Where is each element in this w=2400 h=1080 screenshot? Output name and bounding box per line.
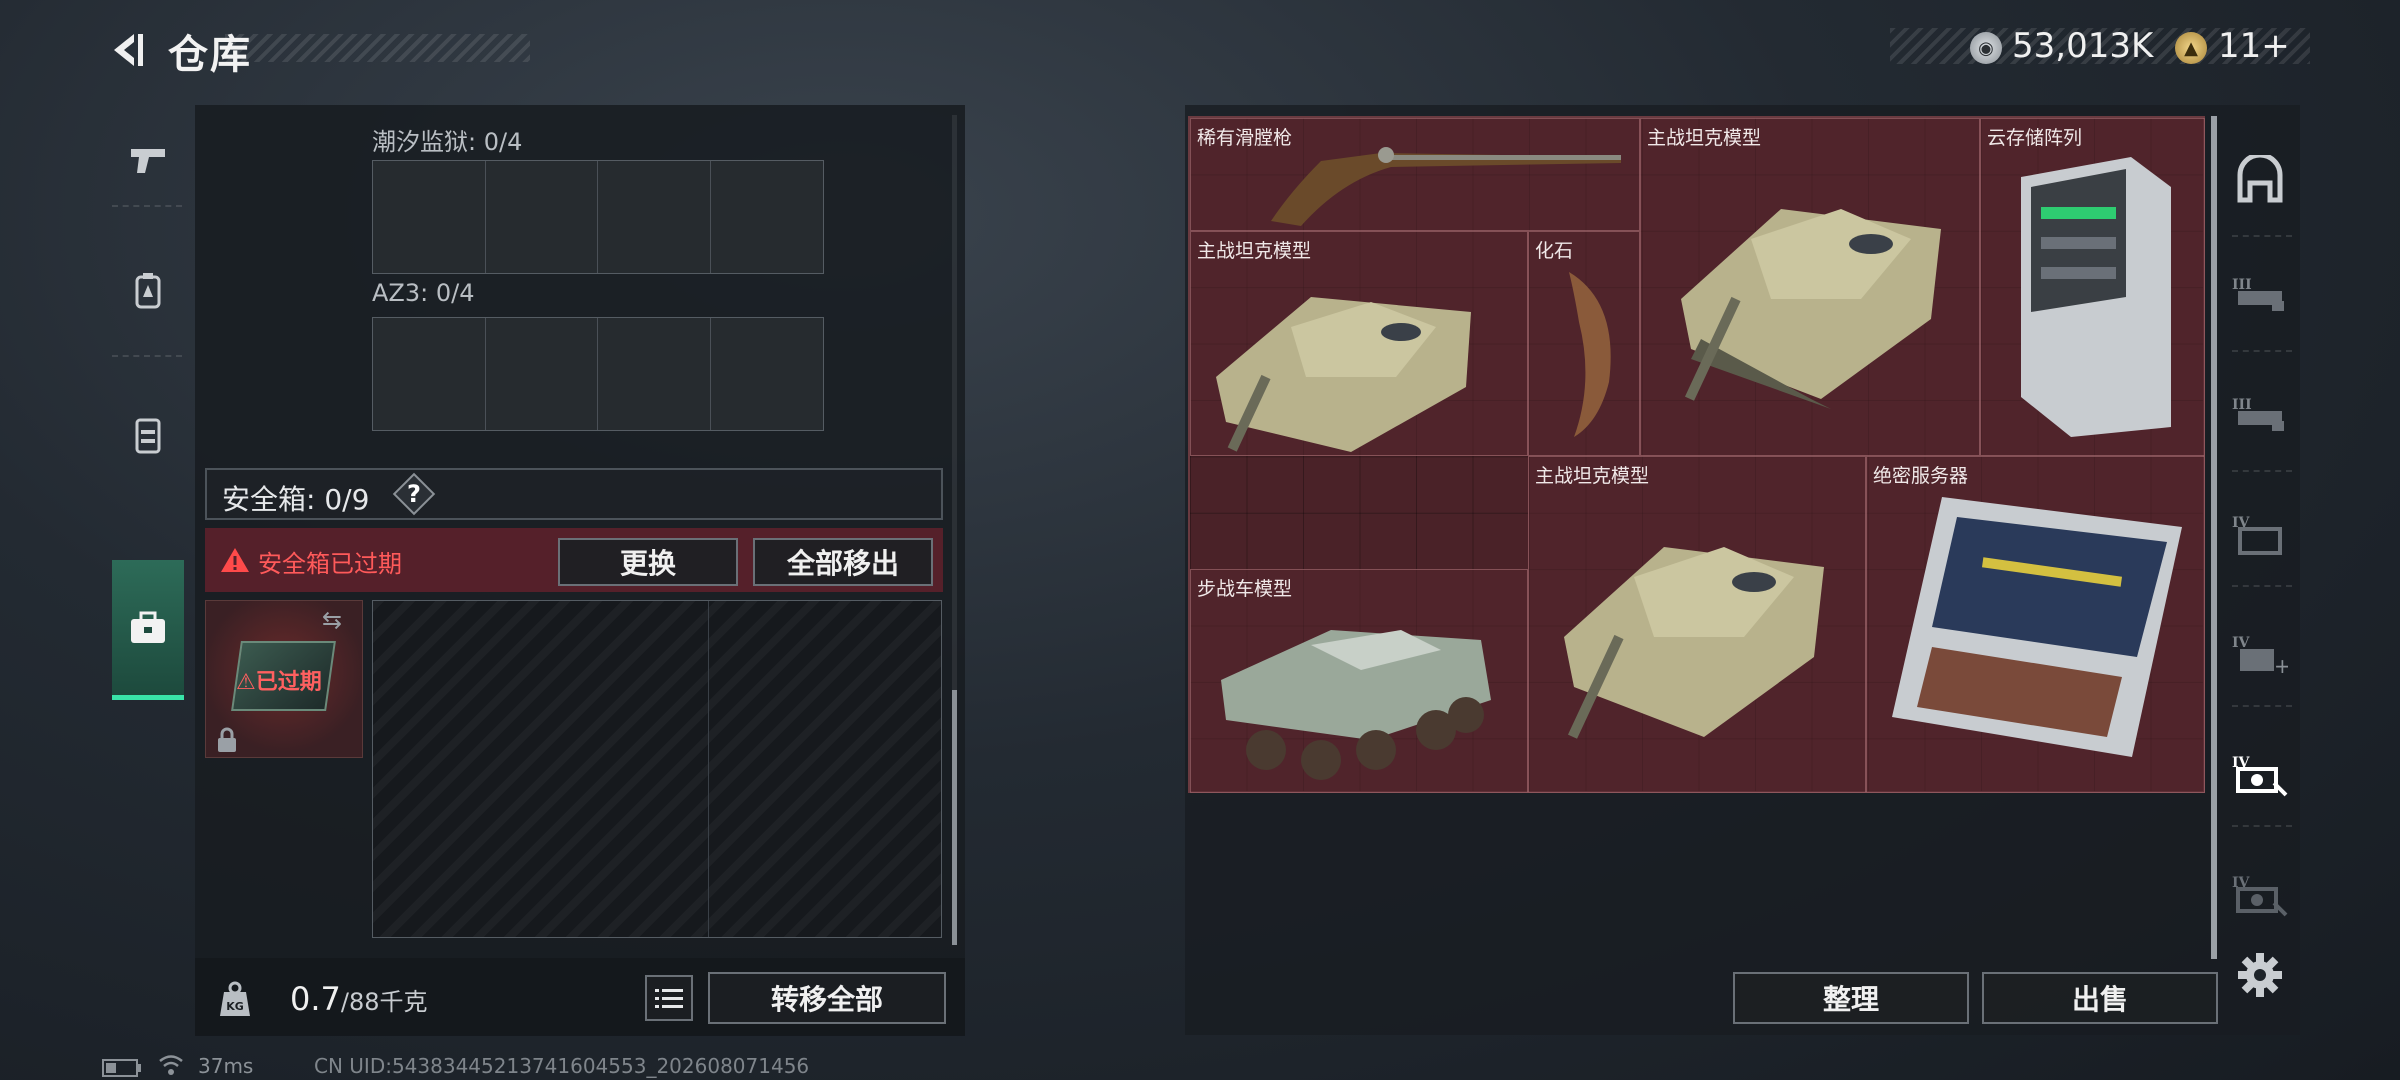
stash-item[interactable]: 化石 <box>1528 231 1640 456</box>
back-button[interactable] <box>100 24 152 76</box>
stash-item[interactable]: 稀有滑膛枪 <box>1190 118 1640 231</box>
token-icon: ▲ <box>2175 32 2207 64</box>
tab-vest[interactable] <box>100 385 195 485</box>
sort-button[interactable]: 整理 <box>1733 972 1969 1024</box>
stash-iii-icon: III <box>2232 397 2284 431</box>
safebox-grid[interactable] <box>372 600 942 938</box>
item-label: 化石 <box>1535 240 1574 262</box>
svg-text:III: III <box>2232 277 2252 293</box>
tab-stash-iii-a[interactable]: III <box>2225 250 2295 340</box>
swap-icon[interactable]: ⇆ <box>322 606 342 634</box>
server-image <box>1892 497 2182 757</box>
vest-icon <box>135 418 160 454</box>
stash-item[interactable]: 步战车模型 <box>1190 569 1528 793</box>
pistol-icon <box>130 149 165 173</box>
item-expired-label: ⚠已过期 <box>236 670 322 695</box>
stash-scrollbar[interactable] <box>2211 116 2217 959</box>
title-decoration <box>225 34 530 62</box>
stash-item[interactable]: 绝密服务器 <box>1866 456 2205 793</box>
carry-weight: 0.7/88千克 <box>290 980 428 1018</box>
tab-safebox[interactable] <box>112 560 184 700</box>
stash-iii-icon: III <box>2232 277 2284 311</box>
tank-model-image <box>1681 209 1941 409</box>
svg-text:IV: IV <box>2232 635 2251 651</box>
section-label: AZ3: 0/4 <box>372 279 475 307</box>
stash-item[interactable]: 主战坦克模型 <box>1190 231 1528 456</box>
tab-stash-iv-d[interactable]: IV <box>2225 850 2295 940</box>
stash-item[interactable]: 主战坦克模型 <box>1528 456 1866 793</box>
cloud-storage-image <box>2021 157 2171 437</box>
tab-bunker[interactable] <box>2225 135 2295 225</box>
musket-image <box>1271 147 1621 226</box>
item-label: 绝密服务器 <box>1873 465 1969 487</box>
page-title: 仓库 <box>168 32 252 78</box>
transfer-all-button[interactable]: 转移全部 <box>708 972 946 1024</box>
section-label: 潮汐监狱: 0/4 <box>372 128 523 156</box>
back-arrow-icon <box>114 34 143 66</box>
sell-button[interactable]: 出售 <box>1982 972 2218 1024</box>
stash-iv-key-icon: IV <box>2232 755 2288 797</box>
item-label: 云存储阵列 <box>1987 127 2083 149</box>
safebox-capacity: 安全箱: 0/9 <box>222 483 370 516</box>
item-label: 主战坦克模型 <box>1535 465 1650 487</box>
expired-message: 安全箱已过期 <box>258 550 402 578</box>
tab-stash-iv-c-selected[interactable]: IV <box>2225 730 2295 820</box>
tab-weapons[interactable] <box>100 110 195 210</box>
tide-prison-slots[interactable] <box>372 160 824 274</box>
tab-stash-iv-a[interactable]: IV <box>2225 490 2295 580</box>
svg-text:+: + <box>2274 654 2288 677</box>
item-label: 步战车模型 <box>1197 578 1293 600</box>
weight-icon: KG <box>220 981 250 1016</box>
svg-text:III: III <box>2232 397 2252 413</box>
user-uid: CN UID:5438344521374160​4553_20260807145… <box>314 1054 810 1078</box>
coin-icon: ◉ <box>1970 32 2002 64</box>
tab-stash-iii-b[interactable]: III <box>2225 370 2295 460</box>
stash-grid[interactable]: 稀有滑膛枪 主战坦克模型 云存储阵列 主战坦克模型 化石 主战坦克模型 绝密服务… <box>1188 116 2205 793</box>
list-icon <box>655 989 683 1008</box>
tab-stash-iv-b[interactable]: IV + <box>2225 610 2295 700</box>
token-balance[interactable]: 11+ <box>2218 26 2290 66</box>
item-label: 主战坦克模型 <box>1647 127 1762 149</box>
tank-model-image <box>1564 547 1824 739</box>
warning-icon <box>221 548 249 572</box>
lock-icon <box>218 727 236 752</box>
remove-all-button[interactable]: 全部移出 <box>753 538 933 586</box>
stash-iv-add-icon: IV + <box>2232 635 2288 677</box>
settings-gear-icon[interactable] <box>2235 950 2285 1000</box>
replace-button[interactable]: 更换 <box>558 538 738 586</box>
fossil-image <box>1569 272 1611 437</box>
wifi-icon <box>159 1055 183 1075</box>
stash-iv-icon: IV <box>2232 515 2282 555</box>
equipment-scrollbar[interactable] <box>952 690 957 945</box>
bunker-icon <box>2237 155 2283 203</box>
battery-icon <box>102 1059 141 1077</box>
az3-slots[interactable] <box>372 317 824 431</box>
tab-backpack[interactable] <box>100 240 195 340</box>
ping-value: 37ms <box>198 1054 254 1078</box>
safebox-icon <box>131 611 165 643</box>
svg-text:KG: KG <box>226 1000 244 1013</box>
stash-item[interactable]: 云存储阵列 <box>1980 118 2205 456</box>
help-icon[interactable]: ? <box>392 472 436 516</box>
list-view-button[interactable] <box>645 975 693 1021</box>
tank-model-image <box>1216 297 1471 452</box>
stash-iv-key-icon: IV <box>2232 875 2288 917</box>
coin-balance: 53,013K <box>2012 26 2154 66</box>
ifv-model-image <box>1221 630 1491 780</box>
backpack-icon <box>135 273 160 309</box>
stash-item[interactable]: 主战坦克模型 <box>1640 118 1980 456</box>
